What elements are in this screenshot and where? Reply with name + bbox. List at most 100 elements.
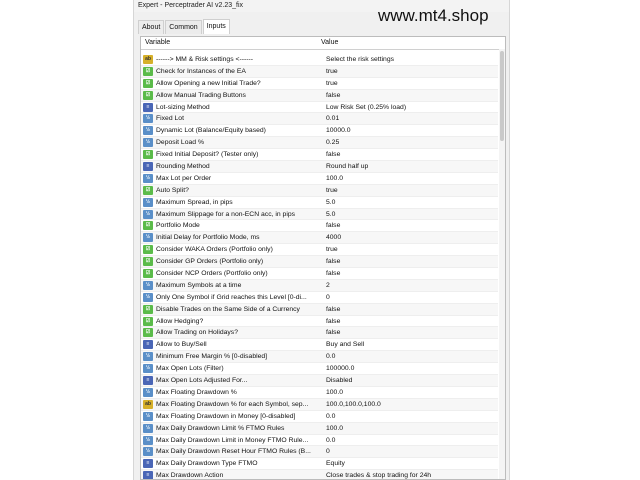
variable-value[interactable]: Equity bbox=[319, 458, 498, 469]
variable-value[interactable]: 2 bbox=[319, 280, 498, 291]
table-row[interactable]: ½ Max Daily Drawdown Reset Hour FTMO Rule… bbox=[141, 446, 498, 459]
table-row[interactable]: ½ Max Daily Drawdown Limit in Money FTMO … bbox=[141, 435, 498, 447]
table-row[interactable]: ≡ Allow to Buy/Sell Buy and Sell bbox=[141, 339, 498, 352]
table-row[interactable]: ☑ Allow Trading on Holidays? false bbox=[141, 327, 498, 340]
variable-name: Max Drawdown Action bbox=[156, 472, 224, 480]
column-value-header[interactable]: Value bbox=[319, 37, 505, 49]
variable-value[interactable]: Buy and Sell bbox=[319, 339, 498, 350]
variable-value[interactable]: true bbox=[319, 185, 498, 196]
variable-name: Allow Trading on Holidays? bbox=[156, 329, 238, 337]
variable-value[interactable]: false bbox=[319, 327, 498, 338]
variable-value[interactable]: false bbox=[319, 304, 498, 315]
table-row[interactable]: ☑ Fixed Initial Deposit? (Tester only) fal… bbox=[141, 149, 498, 162]
vertical-scrollbar[interactable] bbox=[499, 49, 505, 479]
table-row[interactable]: ☑ Allow Opening a new Initial Trade? true bbox=[141, 78, 498, 90]
variable-value[interactable]: false bbox=[319, 220, 498, 231]
variable-value[interactable]: 100.0,100.0,100.0 bbox=[319, 399, 498, 410]
table-row[interactable]: ab Max Floating Drawdown % for each Symbo… bbox=[141, 398, 498, 411]
variable-value[interactable]: true bbox=[319, 66, 498, 77]
variable-value[interactable]: 5.0 bbox=[319, 209, 498, 220]
scrollbar-thumb[interactable] bbox=[500, 51, 504, 141]
variable-value[interactable]: false bbox=[319, 268, 498, 279]
table-row[interactable]: ½ Max Open Lots (Filter) 100000.0 bbox=[141, 363, 498, 376]
tab-about[interactable]: About bbox=[138, 20, 165, 34]
variable-name: Max Daily Drawdown Limit % FTMO Rules bbox=[156, 424, 285, 432]
num-type-icon: ½ bbox=[143, 233, 153, 243]
variable-value[interactable]: 0.01 bbox=[319, 113, 498, 124]
table-row[interactable]: ½ Maximum Symbols at a time 2 bbox=[141, 279, 498, 292]
str-type-icon: ab bbox=[143, 399, 153, 409]
variable-value[interactable]: true bbox=[319, 244, 498, 255]
variable-name: Consider NCP Orders (Portfolio only) bbox=[156, 270, 268, 278]
variable-value[interactable]: false bbox=[319, 316, 498, 327]
tab-common[interactable]: Common bbox=[165, 20, 202, 34]
variable-name: Maximum Slippage for a non-ECN acc, in p… bbox=[156, 210, 296, 218]
table-row[interactable]: ☑ Allow Manual Trading Buttons false bbox=[141, 89, 498, 102]
variable-value[interactable]: 0 bbox=[319, 446, 498, 457]
variable-value[interactable]: Round half up bbox=[319, 161, 498, 172]
bool-type-icon: ☑ bbox=[143, 269, 153, 279]
inputs-panel: Variable Value ab ------> MM & Risk setti… bbox=[140, 36, 506, 480]
variable-value[interactable]: Select the risk settings bbox=[319, 54, 498, 65]
table-row[interactable]: ½ Fixed Lot 0.01 bbox=[141, 113, 498, 126]
variable-value[interactable]: 0.25 bbox=[319, 137, 498, 148]
table-row[interactable]: ½ Max Lot per Order 100.0 bbox=[141, 173, 498, 185]
table-row[interactable]: ☑ Consider NCP Orders (Portfolio only) fal… bbox=[141, 268, 498, 280]
variable-value[interactable]: 100.0 bbox=[319, 387, 498, 398]
variable-name: Max Daily Drawdown Limit in Money FTMO R… bbox=[156, 436, 309, 444]
table-row[interactable]: ½ Max Daily Drawdown Limit % FTMO Rules 10… bbox=[141, 422, 498, 435]
variable-name: Only One Symbol if Grid reaches this Lev… bbox=[156, 293, 307, 301]
table-row[interactable]: ½ Max Floating Drawdown % 100.0 bbox=[141, 387, 498, 399]
variable-value[interactable]: 100000.0 bbox=[319, 363, 498, 374]
variable-value[interactable]: 0 bbox=[319, 292, 498, 303]
variable-value[interactable]: 5.0 bbox=[319, 197, 498, 208]
variable-value[interactable]: Close trades & stop trading for 24h bbox=[319, 470, 498, 479]
variable-name: Dynamic Lot (Balance/Equity based) bbox=[156, 127, 266, 135]
table-row[interactable]: ½ Initial Delay for Portfolio Mode, ms 400… bbox=[141, 232, 498, 245]
table-row[interactable]: ≡ Rounding Method Round half up bbox=[141, 161, 498, 173]
bool-type-icon: ☑ bbox=[143, 66, 153, 76]
table-row[interactable]: ☑ Auto Split? true bbox=[141, 184, 498, 197]
table-row[interactable]: ☑ Consider WAKA Orders (Portfolio only) tr… bbox=[141, 244, 498, 257]
variable-value[interactable]: 0.0 bbox=[319, 351, 498, 362]
table-row[interactable]: ½ Deposit Load % 0.25 bbox=[141, 137, 498, 150]
table-row[interactable]: ½ Dynamic Lot (Balance/Equity based) 10000… bbox=[141, 125, 498, 138]
variable-value[interactable]: 4000 bbox=[319, 232, 498, 243]
variable-name: Initial Delay for Portfolio Mode, ms bbox=[156, 234, 260, 242]
table-row[interactable]: ½ Max Floating Drawdown in Money [0-disab… bbox=[141, 411, 498, 423]
table-row[interactable]: ☑ Portfolio Mode false bbox=[141, 220, 498, 233]
tab-inputs[interactable]: Inputs bbox=[202, 19, 230, 34]
bool-type-icon: ☑ bbox=[143, 78, 153, 88]
table-row[interactable]: ≡ Max Drawdown Action Close trades & stop … bbox=[141, 470, 498, 480]
table-row[interactable]: ab ------> MM & Risk settings <------ Sele… bbox=[141, 54, 498, 66]
variable-value[interactable]: 0.0 bbox=[319, 435, 498, 446]
column-variable-header[interactable]: Variable bbox=[141, 37, 319, 49]
variable-name: Auto Split? bbox=[156, 186, 189, 194]
variable-value[interactable]: 100.0 bbox=[319, 423, 498, 434]
table-row[interactable]: ☑ Disable Trades on the Same Side of a Cu… bbox=[141, 303, 498, 316]
table-row[interactable]: ½ Only One Symbol if Grid reaches this Le… bbox=[141, 292, 498, 304]
enum-type-icon: ≡ bbox=[143, 340, 153, 350]
table-row[interactable]: ≡ Max Open Lots Adjusted For... Disabled bbox=[141, 375, 498, 387]
table-row[interactable]: ☑ Consider GP Orders (Portfolio only) fals… bbox=[141, 256, 498, 269]
variable-name: Allow to Buy/Sell bbox=[156, 341, 207, 349]
variable-value[interactable]: Disabled bbox=[319, 375, 498, 386]
variable-value[interactable]: false bbox=[319, 90, 498, 101]
table-row[interactable]: ½ Minimum Free Margin % [0-disabled] 0.0 bbox=[141, 351, 498, 364]
table-row[interactable]: ½ Maximum Slippage for a non-ECN acc, in … bbox=[141, 208, 498, 221]
variable-name: Allow Hedging? bbox=[156, 317, 204, 325]
variable-value[interactable]: false bbox=[319, 256, 498, 267]
table-row[interactable]: ≡ Max Daily Drawdown Type FTMO Equity bbox=[141, 458, 498, 471]
table-row[interactable]: ≡ Lot-sizing Method Low Risk Set (0.25% lo… bbox=[141, 102, 498, 114]
bool-type-icon: ☑ bbox=[143, 185, 153, 195]
table-row[interactable]: ☑ Check for Instances of the EA true bbox=[141, 65, 498, 78]
variable-value[interactable]: 0.0 bbox=[319, 411, 498, 422]
table-row[interactable]: ☑ Allow Hedging? false bbox=[141, 316, 498, 328]
table-row[interactable]: ½ Maximum Spread, in pips 5.0 bbox=[141, 197, 498, 209]
variable-value[interactable]: Low Risk Set (0.25% load) bbox=[319, 102, 498, 113]
enum-type-icon: ≡ bbox=[143, 376, 153, 386]
variable-value[interactable]: true bbox=[319, 78, 498, 89]
variable-value[interactable]: false bbox=[319, 149, 498, 160]
variable-value[interactable]: 10000.0 bbox=[319, 125, 498, 136]
variable-value[interactable]: 100.0 bbox=[319, 173, 498, 184]
